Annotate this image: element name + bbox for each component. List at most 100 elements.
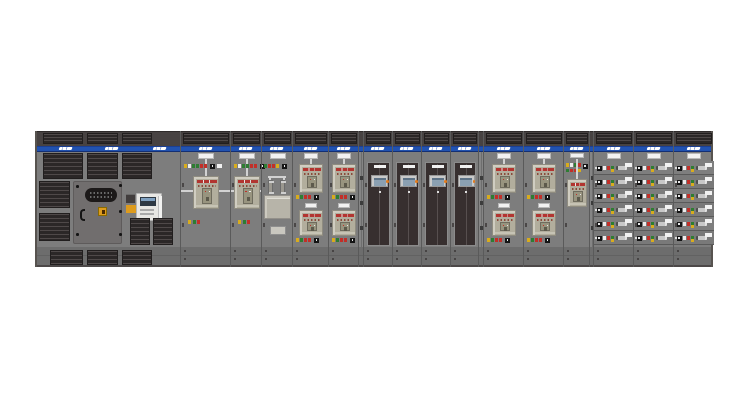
base-bolt	[184, 250, 186, 252]
breaker-rail	[495, 189, 515, 191]
vent-grille	[526, 133, 562, 144]
breaker-handle	[656, 194, 667, 198]
indicator-light	[296, 238, 299, 242]
indicator-light	[300, 195, 303, 199]
indicator-light	[683, 180, 686, 184]
switch-dot	[598, 209, 600, 211]
indicator-light	[603, 236, 606, 240]
indicator-light	[611, 183, 614, 186]
tie-breaker-section	[563, 131, 589, 267]
breaker-red-band	[536, 214, 554, 217]
control-switch	[583, 164, 588, 169]
indicator-light	[304, 195, 307, 199]
indicator-light	[687, 194, 690, 199]
indicator-light	[687, 180, 690, 185]
indicator-light	[234, 164, 237, 168]
indicator-light	[687, 222, 690, 227]
indicator-light	[535, 238, 538, 242]
breaker-center-panel	[243, 188, 253, 204]
hmi-power-led	[415, 180, 418, 183]
feeder-switch	[677, 222, 682, 228]
breaker-dot-row	[239, 185, 257, 187]
generator-controller	[136, 193, 162, 221]
cabinet-door	[73, 181, 122, 244]
mcc-door	[396, 162, 419, 246]
row-nameplate	[665, 163, 672, 167]
base-bolt	[396, 250, 398, 252]
main-breaker-section-1	[180, 131, 230, 267]
indicator-light	[607, 236, 610, 241]
door-hinge	[394, 183, 396, 187]
indicator-light	[184, 164, 187, 168]
indicator-light	[247, 220, 250, 224]
indicator-light	[687, 208, 690, 213]
breaker-rail	[570, 203, 586, 205]
door-hinge	[182, 223, 184, 227]
indicator-light	[643, 208, 646, 212]
breaker-led	[310, 225, 312, 227]
breaker-center-panel	[202, 188, 212, 204]
switch-dot	[598, 237, 600, 239]
hmi-screen	[403, 178, 415, 186]
vent-grille	[183, 133, 229, 144]
door-hinge	[525, 183, 527, 187]
breaker-handle	[656, 222, 667, 226]
vent-grille	[153, 218, 173, 245]
door-dot	[408, 191, 410, 193]
breaker-led	[310, 179, 312, 181]
vent-grille	[486, 133, 522, 144]
breaker-dot-row	[537, 173, 553, 175]
fuse-cap	[269, 181, 274, 183]
door-hinge	[263, 183, 265, 187]
switch-dot	[584, 165, 586, 167]
feeder-breaker-row	[674, 175, 714, 189]
feeder-breaker-row	[594, 189, 634, 203]
indicator-light	[611, 239, 614, 242]
indicator-light	[242, 164, 245, 168]
nameplate	[687, 153, 701, 159]
switch-dot	[598, 195, 600, 197]
breaker-led	[507, 225, 509, 227]
door-hinge	[232, 183, 234, 187]
breaker-center-panel	[340, 176, 350, 188]
base-bolt	[677, 258, 679, 260]
air-circuit-breaker	[299, 164, 323, 193]
indicator-light	[611, 197, 614, 200]
breaker-handle	[696, 194, 707, 198]
door-hinge	[423, 183, 425, 187]
indicator-light	[539, 238, 542, 242]
indicator-light	[607, 194, 610, 199]
base-bolt	[597, 250, 599, 252]
indicator-light	[651, 183, 654, 186]
feeder-switch	[637, 180, 642, 186]
indicator-light	[204, 164, 207, 168]
indicator-light	[344, 238, 347, 242]
base-bolt	[184, 258, 186, 260]
indicator-light	[647, 180, 650, 185]
base-bolt	[265, 258, 267, 260]
indicator-light	[487, 195, 490, 199]
row-nameplate	[705, 177, 712, 181]
air-circuit-breaker	[332, 210, 356, 236]
controller-slot	[140, 209, 154, 211]
base-bolt	[637, 250, 639, 252]
switch-dot	[678, 181, 680, 183]
breaker-red-band	[238, 180, 258, 183]
breaker-handle	[656, 208, 667, 212]
vent-grille	[395, 133, 420, 144]
vent-grille	[331, 133, 357, 144]
indicator-light	[238, 164, 241, 168]
door-bolt	[119, 210, 122, 213]
connector-pin-row	[90, 192, 112, 194]
row-nameplate	[665, 191, 672, 195]
switch-dot	[638, 223, 640, 225]
control-fuse-section	[261, 131, 292, 267]
breaker-dot-row	[572, 188, 584, 190]
feeder-switch	[677, 208, 682, 214]
door-hinge	[330, 183, 332, 187]
base-bolt	[367, 258, 369, 260]
feeder-switch	[677, 236, 682, 242]
control-switch	[314, 195, 319, 201]
breaker-center-panel	[500, 176, 510, 188]
post-seam	[481, 152, 482, 247]
